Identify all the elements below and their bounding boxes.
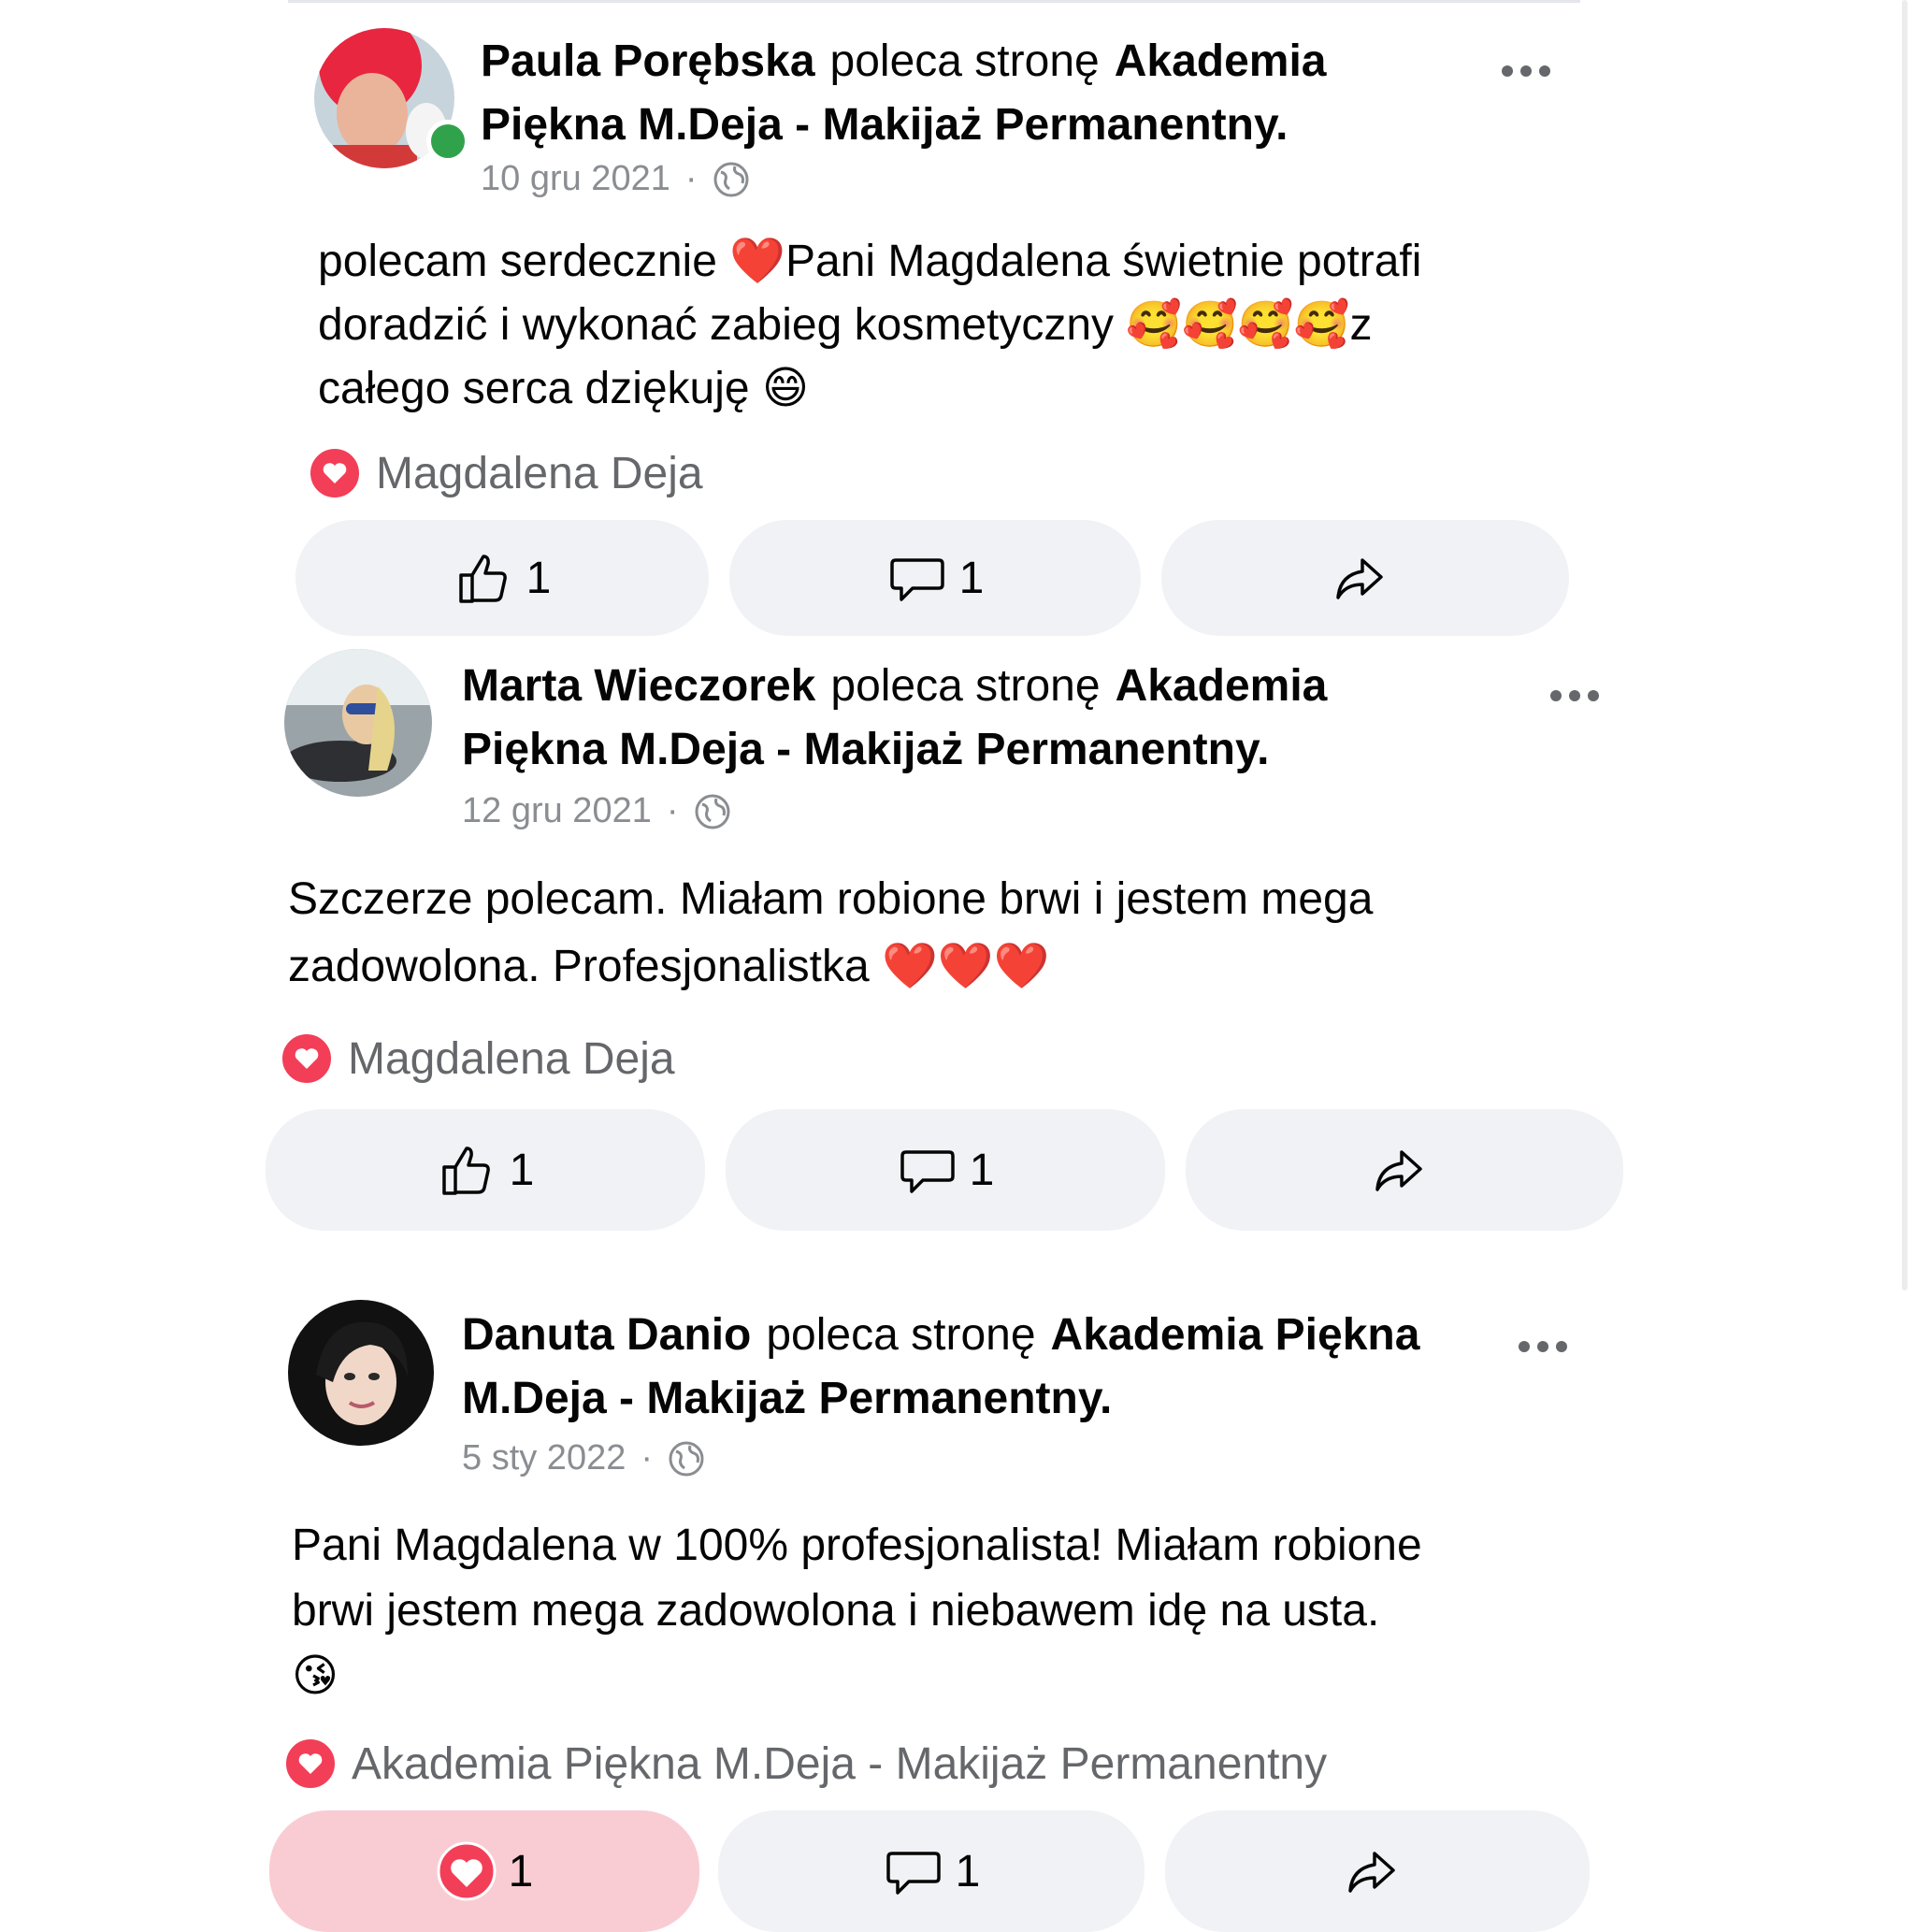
meta-separator: · — [641, 1438, 653, 1478]
reacted-by: Magdalena Deja — [376, 448, 703, 498]
scrollbar[interactable] — [1902, 0, 1908, 1290]
reacted-by: Magdalena Deja — [348, 1033, 675, 1084]
share-icon — [1341, 1840, 1403, 1902]
comment-button[interactable]: 1 — [726, 1109, 1165, 1231]
post-text: Pani Magdalena w 100% profesjonalista! M… — [292, 1513, 1601, 1709]
like-button[interactable]: 1 — [295, 520, 709, 636]
reaction-summary[interactable]: Magdalena Deja — [309, 447, 703, 499]
post-meta: 5 sty 2022 · — [462, 1438, 705, 1478]
like-count: 1 — [526, 553, 552, 603]
reaction-summary[interactable]: Magdalena Deja — [281, 1032, 675, 1085]
author-name[interactable]: Danuta Danio — [462, 1310, 751, 1360]
post-text-line: Szczerze polecam. Miałam robione brwi i … — [288, 874, 1374, 924]
author-avatar[interactable] — [284, 649, 432, 797]
recommends-text: poleca stronę — [766, 1310, 1036, 1360]
post-header: Danuta Danio poleca stronę Akademia Piękna… — [462, 1304, 1434, 1431]
more-options-icon[interactable] — [1502, 65, 1550, 77]
post-text-line: zadowolona. Profesjonalistka ❤️❤️❤️ — [288, 942, 1050, 991]
like-count: 1 — [509, 1145, 535, 1195]
comment-count: 1 — [958, 553, 985, 603]
post-text: Szczerze polecam. Miałam robione brwi i … — [288, 866, 1597, 1001]
author-name[interactable]: Marta Wieczorek — [462, 661, 815, 711]
post-text-line: brwi jestem mega zadowolona i niebawem i… — [292, 1586, 1380, 1636]
post-date[interactable]: 12 gru 2021 — [462, 791, 652, 831]
share-button[interactable] — [1165, 1810, 1590, 1932]
post-text-line: Pani Magdalena w 100% profesjonalista! M… — [292, 1521, 1422, 1570]
meta-separator: · — [684, 159, 698, 198]
share-button[interactable] — [1161, 520, 1569, 636]
share-icon — [1368, 1139, 1430, 1201]
love-reaction-icon — [284, 1737, 337, 1790]
post-header: Marta Wieczorek poleca stronę Akademia Pię… — [462, 655, 1472, 782]
post-header: Paula Porębska poleca stronę Akademia Pięk… — [481, 30, 1434, 157]
comment-icon — [883, 1840, 944, 1902]
author-name[interactable]: Paula Porębska — [481, 36, 815, 86]
share-icon — [1329, 547, 1390, 609]
globe-icon — [695, 794, 729, 829]
post-date[interactable]: 5 sty 2022 — [462, 1438, 626, 1478]
post-text-line: 😘 — [292, 1651, 339, 1701]
recommends-text: poleca stronę — [830, 661, 1101, 711]
reaction-summary[interactable]: Akademia Piękna M.Deja - Makijaż Permane… — [284, 1737, 1327, 1790]
top-divider — [288, 0, 1580, 3]
comment-icon — [886, 547, 948, 609]
like-count: 1 — [508, 1846, 534, 1896]
online-status-badge — [426, 120, 469, 163]
love-button[interactable]: 1 — [269, 1810, 699, 1932]
recommends-text: poleca stronę — [829, 36, 1100, 86]
author-avatar[interactable] — [288, 1300, 434, 1446]
meta-separator: · — [666, 791, 679, 830]
thumbs-up-icon — [454, 547, 515, 609]
love-reaction-icon — [436, 1840, 497, 1902]
like-button[interactable]: 1 — [266, 1109, 705, 1231]
comment-count: 1 — [955, 1846, 981, 1896]
more-options-icon[interactable] — [1550, 690, 1599, 701]
love-reaction-icon — [309, 447, 361, 499]
post-text-line: polecam serdecznie ❤️Pani Magdalena świe… — [318, 237, 1422, 286]
comment-count: 1 — [969, 1145, 995, 1195]
comment-button[interactable]: 1 — [718, 1810, 1145, 1932]
globe-icon — [669, 1441, 704, 1476]
post-text: polecam serdecznie ❤️Pani Magdalena świe… — [318, 230, 1571, 421]
thumbs-up-icon — [437, 1139, 498, 1201]
post-date[interactable]: 10 gru 2021 — [481, 159, 670, 199]
reacted-by: Akademia Piękna M.Deja - Makijaż Permane… — [352, 1738, 1328, 1789]
comment-icon — [897, 1139, 958, 1201]
post-text-line: doradzić i wykonać zabieg kosmetyczny 🥰🥰… — [318, 300, 1373, 350]
comment-button[interactable]: 1 — [729, 520, 1141, 636]
love-reaction-icon — [281, 1032, 333, 1085]
post-text-line: całego serca dziękuję 😄 — [318, 364, 809, 413]
globe-icon — [713, 162, 748, 196]
share-button[interactable] — [1186, 1109, 1623, 1231]
more-options-icon[interactable] — [1519, 1341, 1567, 1352]
post-meta: 12 gru 2021 · — [462, 791, 731, 831]
post-meta: 10 gru 2021 · — [481, 159, 750, 199]
